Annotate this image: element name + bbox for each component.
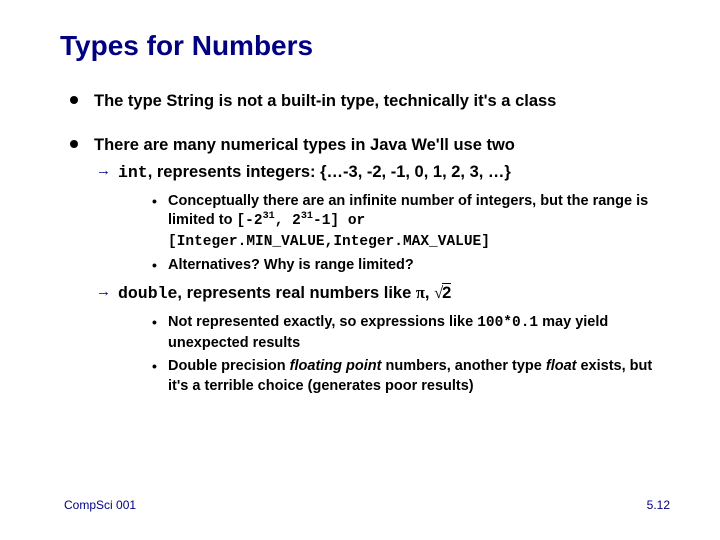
arrow-double: double, represents real numbers like π, … bbox=[94, 282, 670, 397]
int-minmax-code: [Integer.MIN_VALUE,Integer.MAX_VALUE] bbox=[168, 234, 490, 250]
int-exp-2: 31 bbox=[301, 212, 313, 223]
int-range-code-b: , 2 bbox=[275, 213, 301, 229]
int-range-code-a: [-2 bbox=[236, 213, 262, 229]
int-sublist: Conceptually there are an infinite numbe… bbox=[152, 192, 670, 276]
slide: Types for Numbers The type String is not… bbox=[0, 0, 720, 540]
double-sub-2b: numbers, another type bbox=[381, 358, 545, 374]
int-desc: , represents integers: {…-3, -2, -1, 0, … bbox=[148, 163, 511, 181]
footer-right: 5.12 bbox=[647, 498, 670, 512]
floating-point-italic: floating point bbox=[290, 358, 382, 374]
double-sub-1: Not represented exactly, so expressions … bbox=[152, 313, 670, 353]
int-sub-1: Conceptually there are an infinite numbe… bbox=[152, 192, 670, 253]
bullet-list: The type String is not a built-in type, … bbox=[64, 90, 670, 397]
double-keyword: double bbox=[118, 284, 177, 303]
float-italic: float bbox=[546, 358, 577, 374]
bullet-2-text: There are many numerical types in Java W… bbox=[94, 136, 515, 154]
sqrt-arg: 2 bbox=[442, 283, 451, 302]
arrow-list: int, represents integers: {…-3, -2, -1, … bbox=[94, 161, 670, 397]
int-sub-2: Alternatives? Why is range limited? bbox=[152, 256, 670, 276]
double-desc-b: , bbox=[425, 284, 434, 302]
double-sub-2a: Double precision bbox=[168, 358, 290, 374]
int-keyword: int bbox=[118, 163, 148, 182]
bullet-1-text: The type String is not a built-in type, … bbox=[94, 92, 556, 110]
double-sub-2: Double precision floating point numbers,… bbox=[152, 357, 670, 396]
double-sub-1-code: 100*0.1 bbox=[477, 315, 538, 331]
slide-title: Types for Numbers bbox=[60, 30, 670, 62]
int-exp-1: 31 bbox=[263, 212, 275, 223]
double-desc-a: , represents real numbers like bbox=[177, 284, 415, 302]
double-sublist: Not represented exactly, so expressions … bbox=[152, 313, 670, 396]
int-range-code-c: -1] or bbox=[313, 213, 365, 229]
arrow-int: int, represents integers: {…-3, -2, -1, … bbox=[94, 161, 670, 277]
footer-left: CompSci 001 bbox=[64, 498, 136, 512]
bullet-2: There are many numerical types in Java W… bbox=[64, 134, 670, 396]
bullet-1: The type String is not a built-in type, … bbox=[64, 90, 670, 112]
footer: CompSci 001 5.12 bbox=[64, 498, 670, 512]
double-sub-1a: Not represented exactly, so expressions … bbox=[168, 314, 477, 330]
pi-symbol: π bbox=[416, 283, 425, 302]
int-sub-2-text: Alternatives? Why is range limited? bbox=[168, 257, 414, 273]
